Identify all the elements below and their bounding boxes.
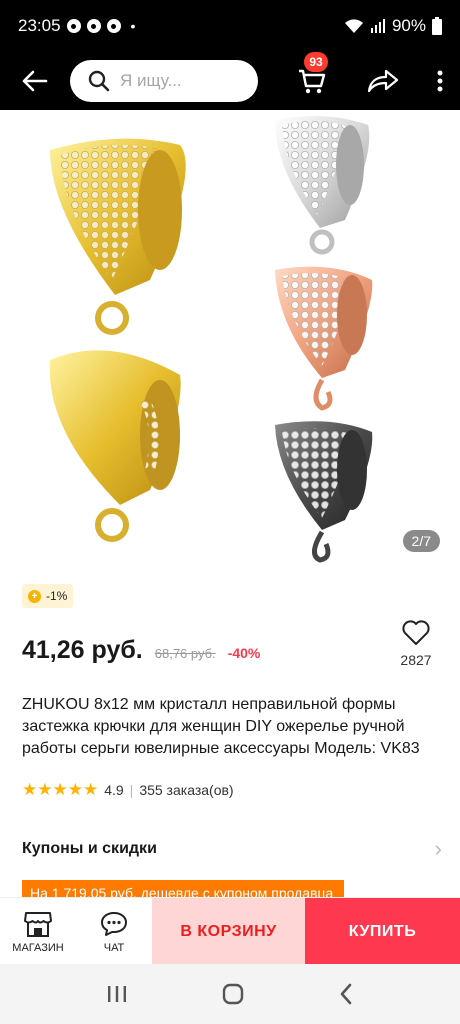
image-counter: 2/7 [402, 530, 440, 552]
home-icon[interactable] [221, 982, 245, 1006]
rating-value: 4.9 [104, 782, 124, 798]
signal-icon [370, 19, 385, 33]
more-options-button[interactable] [420, 52, 460, 110]
product-image [49, 116, 373, 563]
arrow-left-icon [22, 70, 48, 92]
discount-chip: + -1% [22, 584, 74, 608]
cart-button[interactable]: 93 [284, 52, 340, 110]
search-input[interactable]: Я ищу... [70, 60, 258, 102]
chat-icon [101, 911, 127, 936]
discount-chip-label: -1% [46, 589, 68, 603]
top-bar: Я ищу... 93 [0, 52, 460, 110]
status-bar: 23:05 • 90% [0, 0, 460, 52]
store-icon [24, 911, 52, 937]
bottom-action-bar: МАГАЗИН ЧАТ В КОРЗИНУ КУПИТЬ [0, 897, 460, 965]
coin-icon: + [28, 589, 41, 603]
current-price: 41,26 руб. [22, 636, 143, 664]
search-icon [88, 70, 110, 92]
store-button[interactable]: МАГАЗИН [0, 898, 76, 965]
wifi-icon [344, 19, 363, 33]
search-placeholder: Я ищу... [120, 71, 182, 90]
heart-icon [402, 620, 430, 645]
wishlist-count: 2827 [400, 652, 432, 668]
more-vertical-icon [437, 70, 443, 92]
back-nav-icon[interactable] [338, 983, 354, 1005]
product-title: ZHUKOU 8x12 мм кристалл неправильной фор… [22, 696, 420, 757]
old-price: 68,76 руб. [154, 646, 216, 661]
system-nav-bar [0, 964, 460, 1024]
recents-icon[interactable] [106, 984, 128, 1004]
status-time: 23:05 [18, 16, 61, 35]
coupons-label: Купоны и скидки [22, 840, 157, 857]
store-label: МАГАЗИН [12, 941, 64, 954]
status-bullet: • [130, 18, 136, 34]
rating-separator: | [129, 782, 134, 798]
chat-label: ЧАТ [103, 941, 125, 954]
chevron-right-icon: › [434, 836, 442, 861]
cart-badge: 93 [304, 52, 328, 72]
chrome-icon [66, 19, 81, 33]
battery-percent: 90% [391, 16, 426, 35]
share-icon [367, 69, 399, 93]
chrome-icon [86, 19, 101, 33]
product-image-gallery[interactable]: 2/7 [0, 110, 460, 570]
price-row: 41,26 руб. 68,76 руб. -40% [22, 636, 260, 665]
orders-count: 355 заказа(ов) [139, 782, 234, 798]
rating-row[interactable]: ★★★★★ 4.9 | 355 заказа(ов) [22, 780, 234, 800]
add-to-cart-button[interactable]: В КОРЗИНУ [152, 898, 305, 965]
wishlist-button[interactable]: 2827 [392, 620, 440, 668]
coupons-row[interactable]: Купоны и скидки › [22, 836, 442, 862]
rating-stars: ★★★★★ [22, 780, 99, 799]
price-discount: -40% [227, 645, 261, 661]
buy-now-button[interactable]: КУПИТЬ [305, 898, 460, 965]
chat-button[interactable]: ЧАТ [76, 898, 152, 965]
back-button[interactable] [0, 52, 70, 110]
battery-icon [432, 17, 442, 35]
chrome-icon [106, 19, 121, 33]
share-button[interactable] [354, 52, 412, 110]
